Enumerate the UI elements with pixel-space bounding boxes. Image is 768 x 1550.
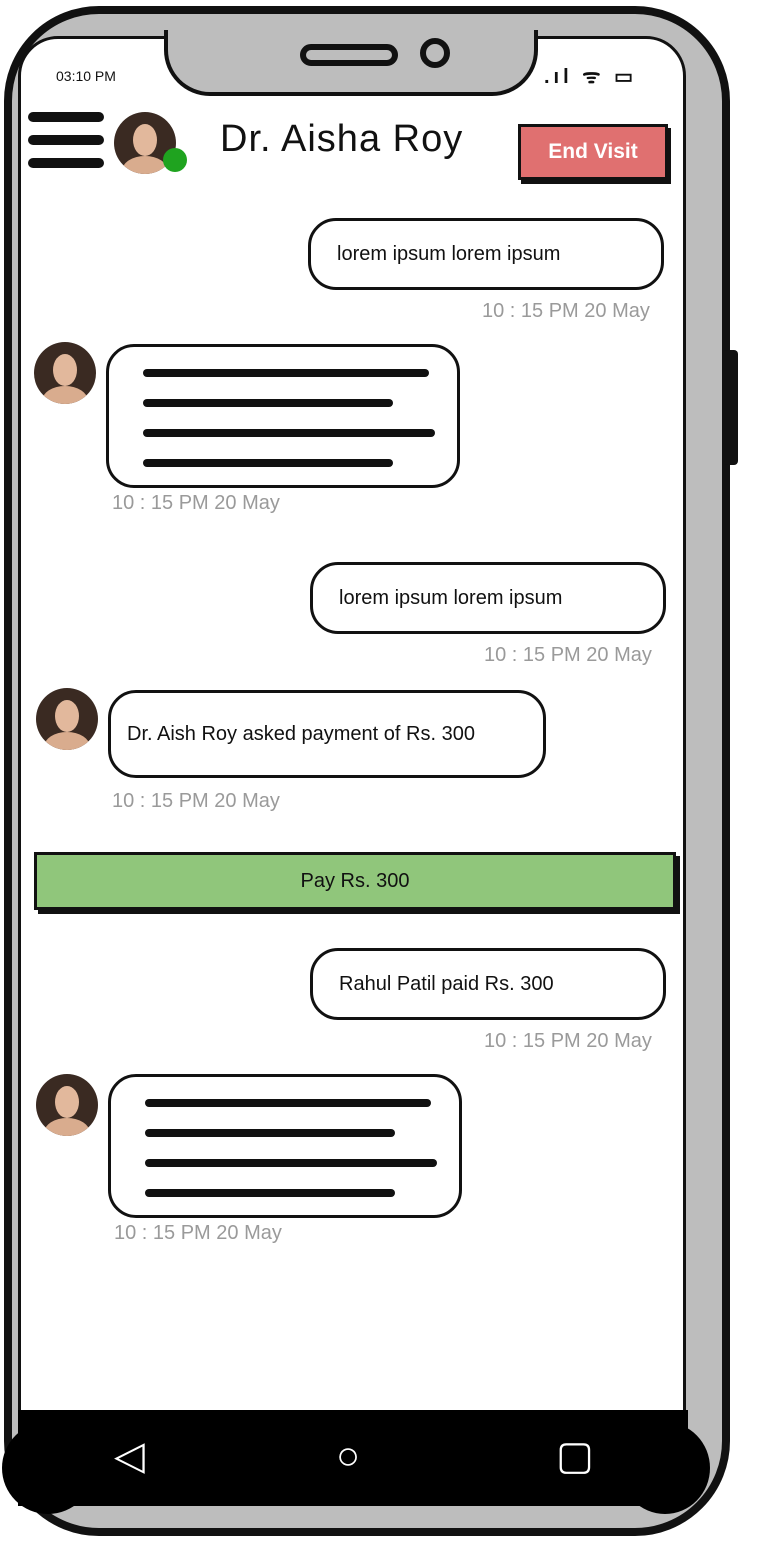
payment-request-bubble: Dr. Aish Roy asked payment of Rs. 300 <box>108 690 546 778</box>
status-icons: .ıl ᯤ ▭ <box>544 62 637 89</box>
scribble-line <box>143 429 435 437</box>
message-bubble-incoming <box>106 344 460 488</box>
signal-icon: .ıl <box>544 66 573 88</box>
message-bubble-incoming <box>108 1074 462 1218</box>
battery-icon: ▭ <box>614 66 637 88</box>
pay-button[interactable]: Pay Rs. 300 <box>34 852 676 910</box>
doctor-avatar <box>36 688 98 750</box>
message-timestamp: 10 : 15 PM 20 May <box>484 1030 652 1052</box>
message-timestamp: 10 : 15 PM 20 May <box>114 1222 282 1244</box>
scribble-line <box>145 1099 431 1107</box>
wifi-icon: ᯤ <box>582 66 605 88</box>
scribble-line <box>145 1129 395 1137</box>
status-time: 03:10 PM <box>56 68 116 84</box>
menu-icon[interactable] <box>28 112 104 174</box>
scribble-line <box>143 399 393 407</box>
speaker <box>300 44 398 66</box>
home-icon[interactable]: ○ <box>336 1436 360 1476</box>
camera <box>420 38 450 68</box>
payment-confirmation-bubble: Rahul Patil paid Rs. 300 <box>310 948 666 1020</box>
message-bubble-outgoing: lorem ipsum lorem ipsum <box>308 218 664 290</box>
doctor-name-title: Dr. Aisha Roy <box>220 118 464 160</box>
message-timestamp: 10 : 15 PM 20 May <box>484 644 652 666</box>
scribble-line <box>145 1189 395 1197</box>
scribble-line <box>143 459 393 467</box>
message-timestamp: 10 : 15 PM 20 May <box>112 790 280 812</box>
doctor-avatar <box>34 342 96 404</box>
back-icon[interactable]: ◁ <box>114 1436 145 1476</box>
recents-icon[interactable]: ▢ <box>556 1436 594 1476</box>
scribble-line <box>143 369 429 377</box>
side-button <box>724 350 738 465</box>
doctor-avatar <box>36 1074 98 1136</box>
message-bubble-outgoing: lorem ipsum lorem ipsum <box>310 562 666 634</box>
scribble-line <box>145 1159 437 1167</box>
online-status-dot <box>163 148 187 172</box>
message-timestamp: 10 : 15 PM 20 May <box>482 300 650 322</box>
message-timestamp: 10 : 15 PM 20 May <box>112 492 280 514</box>
end-visit-button[interactable]: End Visit <box>518 124 668 180</box>
